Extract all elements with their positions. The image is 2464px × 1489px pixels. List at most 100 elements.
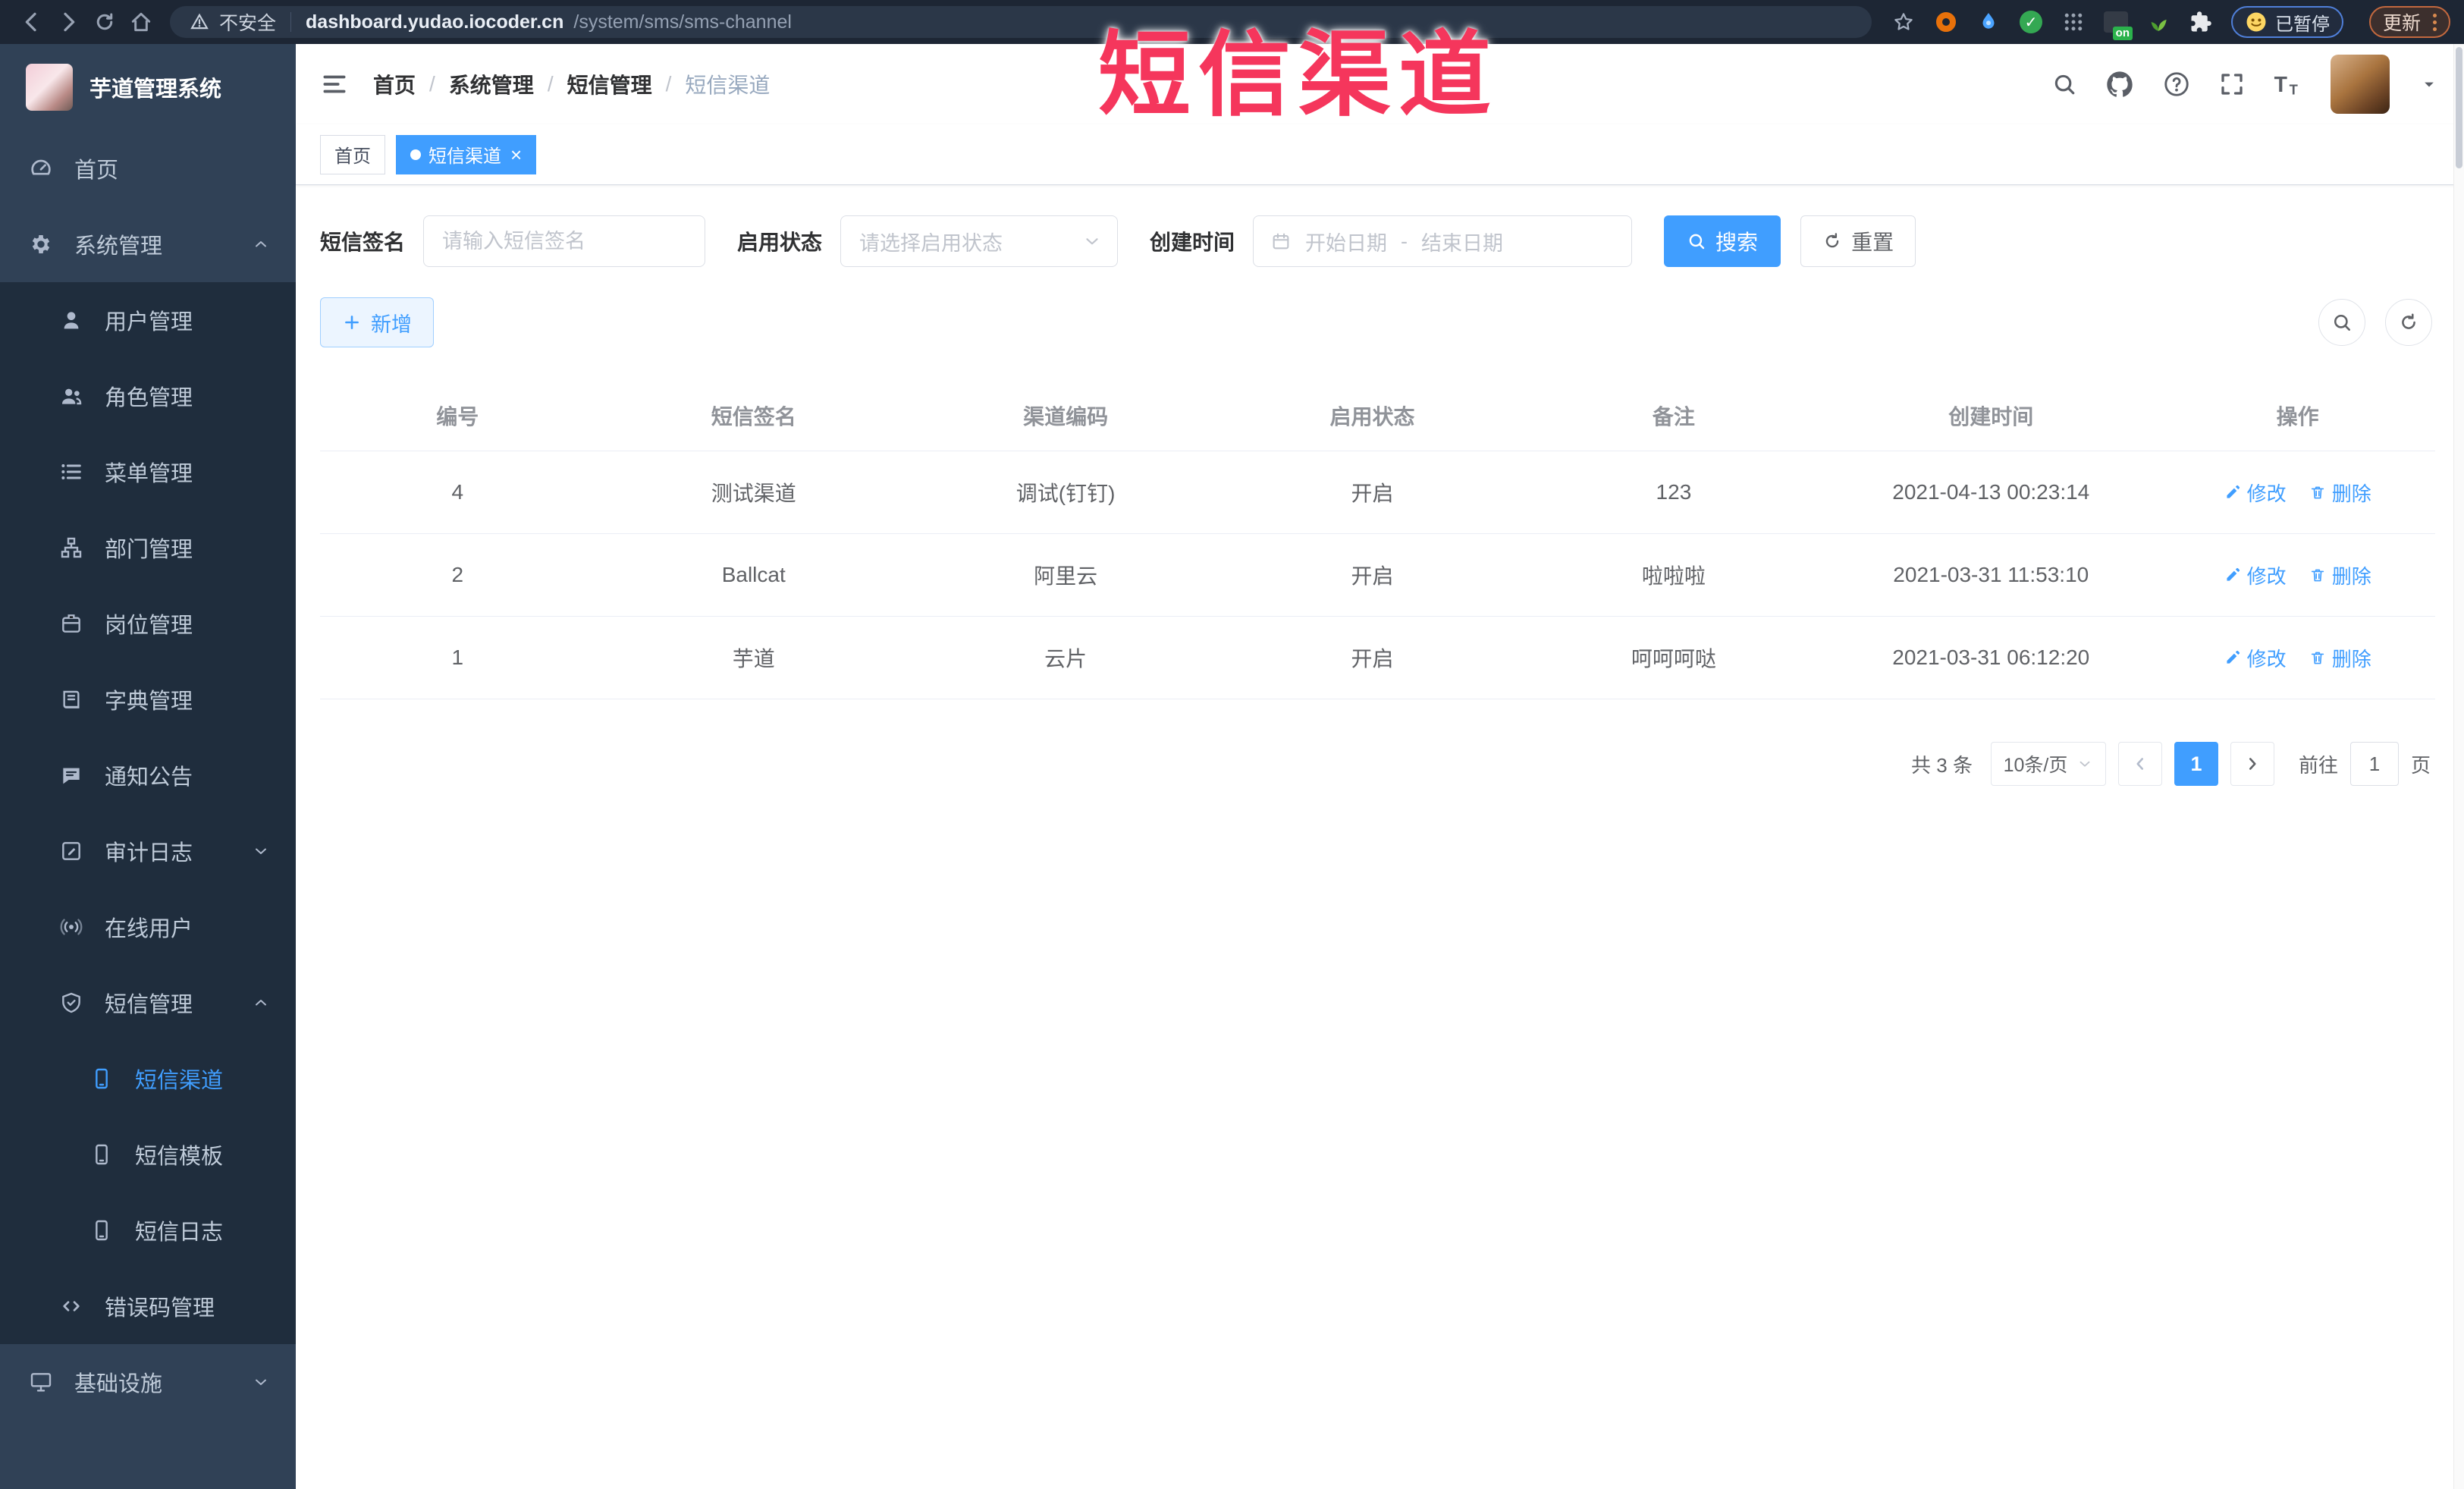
bookmark-star-icon[interactable] bbox=[1891, 10, 1916, 34]
breadcrumb-item[interactable]: 短信管理 bbox=[567, 69, 652, 99]
search-icon[interactable] bbox=[2051, 71, 2077, 97]
cell-created: 2021-03-31 11:53:10 bbox=[1822, 533, 2161, 617]
tab-close-icon[interactable]: × bbox=[510, 145, 522, 165]
avatar-caret-down-icon[interactable] bbox=[2418, 74, 2440, 95]
puzzle-extensions-icon[interactable] bbox=[2189, 10, 2213, 34]
pagination-total: 共 3 条 bbox=[1911, 753, 1973, 777]
cell-remark: 呵呵呵哒 bbox=[1525, 616, 1822, 699]
prev-page-button[interactable] bbox=[2117, 742, 2162, 786]
green-check-extension-icon[interactable]: ✓ bbox=[2019, 10, 2043, 34]
delete-link[interactable]: 删除 bbox=[2309, 644, 2371, 672]
edit-link[interactable]: 修改 bbox=[2224, 479, 2287, 507]
delete-link[interactable]: 删除 bbox=[2309, 561, 2371, 589]
cell-status: 开启 bbox=[1219, 616, 1526, 699]
kebab-menu-icon[interactable] bbox=[2433, 13, 2437, 31]
url-path: /system/sms/sms-channel bbox=[573, 11, 792, 33]
next-page-button[interactable] bbox=[2230, 742, 2274, 786]
sidebar-item-系统管理[interactable]: 系统管理 bbox=[0, 206, 296, 282]
help-icon[interactable] bbox=[2162, 70, 2191, 99]
cell-code: 云片 bbox=[912, 616, 1219, 699]
font-size-icon[interactable]: TT bbox=[2273, 69, 2303, 99]
sidebar-item-审计日志[interactable]: 审计日志 bbox=[0, 813, 296, 889]
on-badge-extension-icon[interactable]: on bbox=[2103, 10, 2133, 40]
breadcrumb-item[interactable]: 首页 bbox=[373, 69, 416, 99]
reset-button[interactable]: 重置 bbox=[1800, 215, 1916, 267]
chevron-down-icon bbox=[2076, 755, 2093, 772]
date-filter-label: 创建时间 bbox=[1150, 231, 1235, 254]
sidebar-item-错误码管理[interactable]: 错误码管理 bbox=[0, 1268, 296, 1344]
edit-icon bbox=[2224, 484, 2241, 501]
edit-link[interactable]: 修改 bbox=[2224, 561, 2287, 589]
add-button[interactable]: 新增 bbox=[320, 297, 434, 347]
browser-back-icon[interactable] bbox=[14, 4, 50, 40]
status-filter-select[interactable]: 请选择启用状态 bbox=[840, 215, 1119, 267]
browser-reload-icon[interactable] bbox=[86, 4, 123, 40]
sidebar-item-通知公告[interactable]: 通知公告 bbox=[0, 737, 296, 813]
sidebar-item-短信模板[interactable]: 短信模板 bbox=[0, 1117, 296, 1192]
address-bar[interactable]: 不安全 dashboard.yudao.iocoder.cn /system/s… bbox=[170, 6, 1872, 38]
user-avatar[interactable] bbox=[2331, 55, 2390, 114]
sidebar-item-在线用户[interactable]: 在线用户 bbox=[0, 889, 296, 965]
orange-ring-extension-icon[interactable] bbox=[1934, 10, 1958, 34]
paused-profile-chip[interactable]: 已暂停 bbox=[2230, 6, 2343, 38]
cell-actions: 修改 删除 bbox=[2160, 451, 2435, 534]
sidebar-item-菜单管理[interactable]: 菜单管理 bbox=[0, 434, 296, 510]
sidebar-item-label: 错误码管理 bbox=[105, 1296, 215, 1321]
sidebar-item-短信日志[interactable]: 短信日志 bbox=[0, 1192, 296, 1268]
breadcrumb-separator: / bbox=[665, 72, 672, 96]
tab-短信渠道[interactable]: 短信渠道 × bbox=[396, 134, 537, 174]
grid-extension-icon[interactable] bbox=[2061, 10, 2086, 34]
delete-link[interactable]: 删除 bbox=[2309, 479, 2371, 507]
reset-button-icon bbox=[1822, 231, 1842, 251]
tab-首页[interactable]: 首页 bbox=[320, 134, 385, 174]
cell-sign: Ballcat bbox=[595, 533, 912, 617]
fullscreen-icon[interactable] bbox=[2218, 71, 2246, 98]
sign-filter-input[interactable] bbox=[423, 215, 706, 267]
sidebar-item-基础设施[interactable]: 基础设施 bbox=[0, 1344, 296, 1420]
table-header-cell: 操作 bbox=[2160, 381, 2435, 451]
browser-update-button[interactable]: 更新 bbox=[2368, 6, 2450, 38]
sprout-extension-icon[interactable] bbox=[2146, 10, 2171, 34]
cell-remark: 123 bbox=[1525, 451, 1822, 534]
sidebar-item-label: 短信模板 bbox=[135, 1145, 224, 1169]
refresh-table-button[interactable] bbox=[2385, 299, 2432, 346]
search-button[interactable]: 搜索 bbox=[1664, 215, 1781, 267]
github-icon[interactable] bbox=[2105, 69, 2135, 99]
sidebar-item-字典管理[interactable]: 字典管理 bbox=[0, 661, 296, 737]
hamburger-icon[interactable] bbox=[320, 70, 349, 99]
sidebar-item-label: 菜单管理 bbox=[105, 462, 193, 486]
status-filter-label: 启用状态 bbox=[737, 231, 823, 254]
cell-id: 2 bbox=[320, 533, 595, 617]
chevron-down-icon bbox=[252, 842, 270, 860]
status-select-placeholder: 请选择启用状态 bbox=[859, 231, 1003, 255]
breadcrumb-separator: / bbox=[429, 72, 435, 96]
sidebar-item-用户管理[interactable]: 用户管理 bbox=[0, 282, 296, 358]
breadcrumb-item[interactable]: 系统管理 bbox=[449, 69, 534, 99]
edit-link[interactable]: 修改 bbox=[2224, 644, 2287, 672]
chevron-up-icon bbox=[252, 235, 270, 253]
sidebar-item-岗位管理[interactable]: 岗位管理 bbox=[0, 586, 296, 661]
date-range-picker[interactable]: 开始日期 - 结束日期 bbox=[1253, 215, 1633, 267]
date-separator: - bbox=[1401, 229, 1408, 253]
chevron-down-icon bbox=[1082, 231, 1102, 251]
chevron-up-icon bbox=[252, 994, 270, 1012]
goto-page-input[interactable] bbox=[2349, 742, 2399, 786]
sidebar-item-首页[interactable]: 首页 bbox=[0, 130, 296, 206]
browser-home-icon[interactable] bbox=[123, 4, 159, 40]
page-number-1[interactable]: 1 bbox=[2174, 742, 2218, 786]
sidebar-logo[interactable]: 芋道管理系统 bbox=[0, 44, 296, 130]
sidebar-item-短信渠道[interactable]: 短信渠道 bbox=[0, 1041, 296, 1117]
browser-forward-icon[interactable] bbox=[50, 4, 86, 40]
sidebar-item-角色管理[interactable]: 角色管理 bbox=[0, 358, 296, 434]
update-label: 更新 bbox=[2382, 13, 2421, 34]
sidebar-item-部门管理[interactable]: 部门管理 bbox=[0, 510, 296, 586]
active-tab-dot bbox=[410, 149, 421, 160]
location-drop-extension-icon[interactable] bbox=[1976, 10, 2001, 34]
window-scrollbar[interactable] bbox=[2453, 44, 2464, 1489]
toggle-search-button[interactable] bbox=[2318, 299, 2365, 346]
cell-sign: 测试渠道 bbox=[595, 451, 912, 534]
date-end-placeholder: 结束日期 bbox=[1421, 231, 1504, 255]
page-size-select[interactable]: 10条/页 bbox=[1990, 742, 2106, 786]
pagination: 共 3 条 10条/页 1 前往 页 bbox=[320, 742, 2435, 786]
sidebar-item-短信管理[interactable]: 短信管理 bbox=[0, 965, 296, 1041]
